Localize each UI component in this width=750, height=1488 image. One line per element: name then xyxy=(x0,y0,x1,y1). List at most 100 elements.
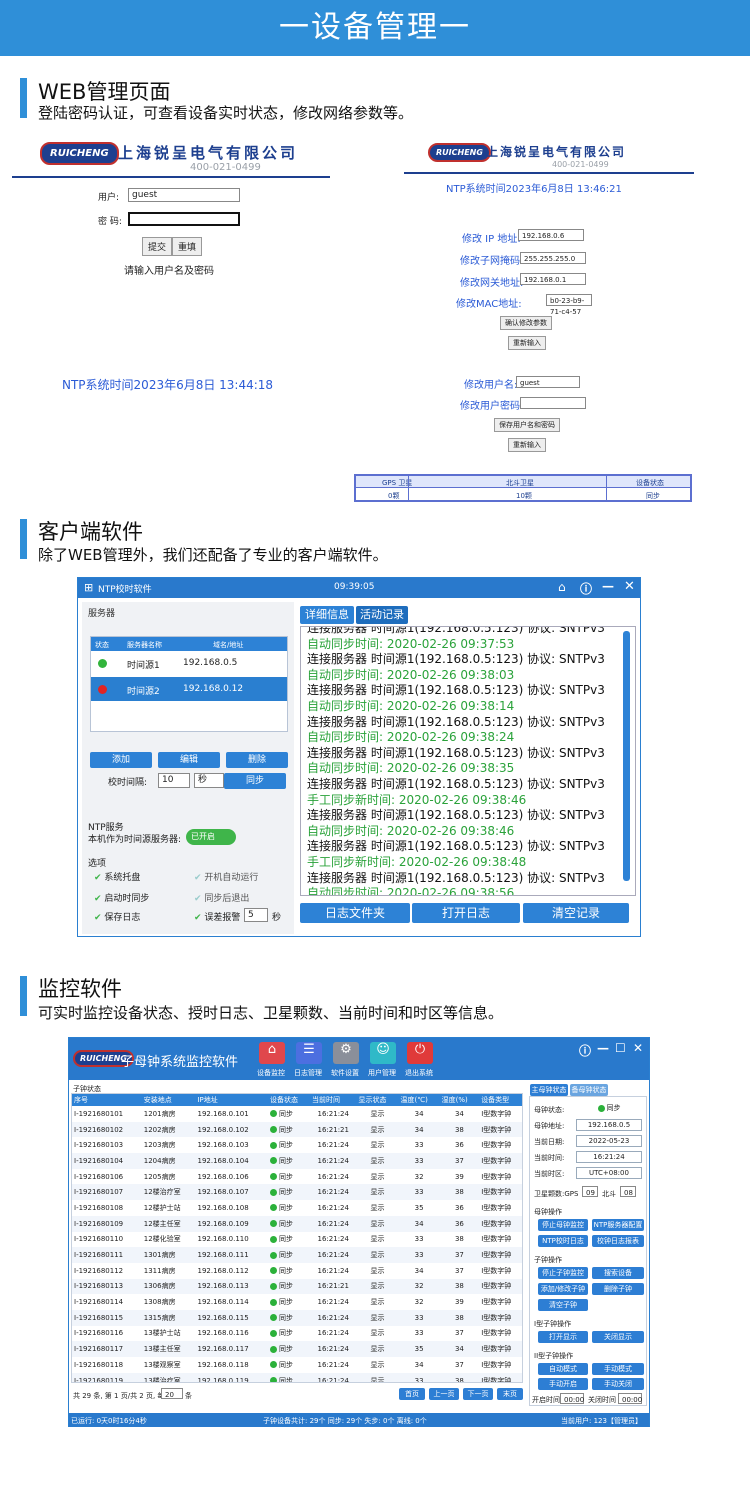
gear-icon[interactable]: ⚙ xyxy=(333,1042,359,1064)
password-input[interactable] xyxy=(128,212,240,226)
interval-unit-select[interactable]: 秒 xyxy=(194,773,224,788)
manual-mode-button[interactable]: 手动模式 xyxy=(592,1363,644,1375)
close-icon[interactable]: ✕ xyxy=(624,579,635,594)
mac-input[interactable]: b0-23-b9-71-c4-57 xyxy=(546,294,592,316)
column-header[interactable]: 序号 xyxy=(72,1094,142,1106)
manual-on-button[interactable]: 手动开启 xyxy=(538,1378,588,1390)
gateway-input[interactable]: 192.168.0.1 xyxy=(520,273,586,285)
reset-button[interactable]: 重填 xyxy=(172,237,203,256)
mask-input[interactable]: 255.255.255.0 xyxy=(520,252,586,264)
add-server-button[interactable]: 添加 xyxy=(90,752,152,768)
list-icon[interactable]: ☰ xyxy=(296,1042,322,1064)
minimize-icon[interactable]: — xyxy=(597,1041,609,1055)
table-row[interactable]: I-1921680114 1308病房 192.168.0.114 同步 16:21:2… xyxy=(72,1294,522,1310)
username-input[interactable]: guest xyxy=(128,188,240,202)
info-icon[interactable]: ⓘ xyxy=(579,1042,591,1059)
table-row[interactable]: I-1921680109 12楼主任室 192.168.0.109 同步 16:21:2… xyxy=(72,1215,522,1232)
close-display-button[interactable]: 关闭显示 xyxy=(592,1331,644,1343)
open-display-button[interactable]: 打开显示 xyxy=(538,1331,588,1343)
tab-details[interactable]: 详细信息 xyxy=(300,606,354,624)
reset-settings-button[interactable]: 重新输入 xyxy=(508,336,546,350)
stop-master-monitor-button[interactable]: 停止母钟监控 xyxy=(538,1219,588,1231)
search-device-button[interactable]: 搜索设备 xyxy=(592,1267,644,1279)
option-autostart[interactable]: ✔ 开机自动运行 xyxy=(194,870,258,883)
column-header[interactable]: IP地址 xyxy=(195,1094,267,1106)
info-icon[interactable]: ⓘ xyxy=(580,580,592,597)
last-page-button[interactable]: 末页 xyxy=(497,1388,523,1400)
table-row[interactable]: I-1921680106 1205病房 192.168.0.106 同步 16:21:2… xyxy=(72,1169,522,1185)
pin-icon[interactable]: ⌂ xyxy=(558,580,566,594)
delete-server-button[interactable]: 删除 xyxy=(226,752,288,768)
table-row[interactable]: I-1921680103 1203病房 192.168.0.103 同步 16:21:2… xyxy=(72,1137,522,1153)
table-row[interactable]: I-1921680107 12楼治疗室 192.168.0.107 同步 16:21:2… xyxy=(72,1184,522,1201)
column-header[interactable]: 温度(℃) xyxy=(399,1094,440,1106)
table-row[interactable]: I-1921680116 13楼护士站 192.168.0.116 同步 16:21:2… xyxy=(72,1326,522,1342)
username-change-input[interactable]: guest xyxy=(516,376,580,388)
table-row[interactable]: I-1921680112 1311病房 192.168.0.112 同步 16:21:2… xyxy=(72,1263,522,1279)
alarm-threshold-input[interactable]: 5 xyxy=(244,908,268,922)
clear-clocks-button[interactable]: 清空子钟 xyxy=(538,1299,588,1311)
table-row[interactable]: I-1921680118 13楼观察室 192.168.0.118 同步 16:21:2… xyxy=(72,1357,522,1373)
table-row[interactable]: I-1921680101 1201病房 192.168.0.101 同步 16:21:2… xyxy=(72,1106,522,1122)
prev-page-button[interactable]: 上一页 xyxy=(429,1388,459,1400)
confirm-settings-button[interactable]: 确认修改参数 xyxy=(500,316,552,330)
nav-device-monitor[interactable]: 设备监控 xyxy=(257,1068,285,1078)
ntp-toggle[interactable]: 已开启 xyxy=(186,829,236,845)
interval-input[interactable]: 10 xyxy=(158,773,190,788)
tab-activity[interactable]: 活动记录 xyxy=(356,606,408,624)
reset-credentials-button[interactable]: 重新输入 xyxy=(508,438,546,452)
user-icon[interactable]: ☺ xyxy=(370,1042,396,1064)
ntp-config-button[interactable]: NTP服务器配置 xyxy=(592,1219,644,1231)
server-row[interactable]: 时间源1 192.168.0.5 xyxy=(91,651,287,675)
ntp-log-button[interactable]: NTP校时日志 xyxy=(538,1235,588,1247)
column-header[interactable]: 当前时间 xyxy=(310,1094,357,1106)
option-save-log[interactable]: ✔ 保存日志 xyxy=(94,910,140,923)
close-icon[interactable]: ✕ xyxy=(633,1041,643,1055)
table-row[interactable]: I-1921680111 1301病房 192.168.0.111 同步 16:21:2… xyxy=(72,1247,522,1263)
column-header[interactable]: 设备类型 xyxy=(479,1094,522,1106)
column-header[interactable]: 设备状态 xyxy=(268,1094,310,1106)
option-error-alarm[interactable]: ✔ 误差报警 xyxy=(194,910,240,923)
add-edit-clock-button[interactable]: 添加/修改子钟 xyxy=(538,1283,588,1295)
save-credentials-button[interactable]: 保存用户名和密码 xyxy=(494,418,560,432)
maximize-icon[interactable]: ☐ xyxy=(615,1041,626,1055)
manual-off-button[interactable]: 手动关闭 xyxy=(592,1378,644,1390)
close-time-input[interactable]: 00:00 xyxy=(618,1393,642,1404)
submit-button[interactable]: 提交 xyxy=(142,237,173,256)
auto-mode-button[interactable]: 自动模式 xyxy=(538,1363,588,1375)
option-sync-startup[interactable]: ✔ 启动时同步 xyxy=(94,891,149,904)
minimize-icon[interactable]: — xyxy=(602,579,614,593)
table-row[interactable]: I-1921680102 1202病房 192.168.0.102 同步 16:21:2… xyxy=(72,1121,522,1138)
page-size-select[interactable]: 20 xyxy=(161,1388,183,1399)
table-row[interactable]: I-1921680110 12楼化验室 192.168.0.110 同步 16:21:2… xyxy=(72,1232,522,1248)
tab-main-clock[interactable]: 主母钟状态 xyxy=(530,1084,568,1096)
ip-input[interactable]: 192.168.0.6 xyxy=(518,229,584,241)
nav-log-manage[interactable]: 日志管理 xyxy=(294,1068,322,1078)
column-header[interactable]: 安装地点 xyxy=(142,1094,196,1106)
open-log-button[interactable]: 打开日志 xyxy=(412,903,520,923)
table-row[interactable]: I-1921680117 13楼主任室 192.168.0.117 同步 16:21:2… xyxy=(72,1341,522,1357)
stop-sub-monitor-button[interactable]: 停止子钟监控 xyxy=(538,1267,588,1279)
log-folder-button[interactable]: 日志文件夹 xyxy=(300,903,410,923)
home-icon[interactable]: ⌂ xyxy=(259,1042,285,1064)
column-header[interactable]: 湿度(%) xyxy=(440,1094,480,1106)
table-row[interactable]: I-1921680104 1204病房 192.168.0.104 同步 16:21:2… xyxy=(72,1153,522,1169)
log-scrollbar[interactable] xyxy=(623,631,630,881)
server-row-selected[interactable]: 时间源2 192.168.0.12 xyxy=(91,677,287,701)
nav-settings[interactable]: 软件设置 xyxy=(331,1068,359,1078)
open-time-input[interactable]: 00:00 xyxy=(560,1393,584,1404)
nav-exit[interactable]: 退出系统 xyxy=(405,1068,433,1078)
option-tray[interactable]: ✔ 系统托盘 xyxy=(94,870,140,883)
tab-backup-clock[interactable]: 备母钟状态 xyxy=(570,1084,608,1096)
sync-button[interactable]: 同步 xyxy=(224,773,286,789)
table-row[interactable]: I-1921680108 12楼护士站 192.168.0.108 同步 16:21:2… xyxy=(72,1200,522,1216)
table-row[interactable]: I-1921680115 1315病房 192.168.0.115 同步 16:21:2… xyxy=(72,1309,522,1326)
power-icon[interactable]: ⏻ xyxy=(407,1042,433,1064)
delete-clock-button[interactable]: 删除子钟 xyxy=(592,1283,644,1295)
password-change-input[interactable] xyxy=(520,397,586,409)
table-row[interactable]: I-1921680119 13楼治疗室 192.168.0.119 同步 16:21:2… xyxy=(72,1372,522,1382)
clear-log-button[interactable]: 清空记录 xyxy=(523,903,629,923)
edit-server-button[interactable]: 编辑 xyxy=(158,752,220,768)
table-row[interactable]: I-1921680113 1306病房 192.168.0.113 同步 16:21:2… xyxy=(72,1278,522,1295)
column-header[interactable]: 显示状态 xyxy=(357,1094,399,1106)
